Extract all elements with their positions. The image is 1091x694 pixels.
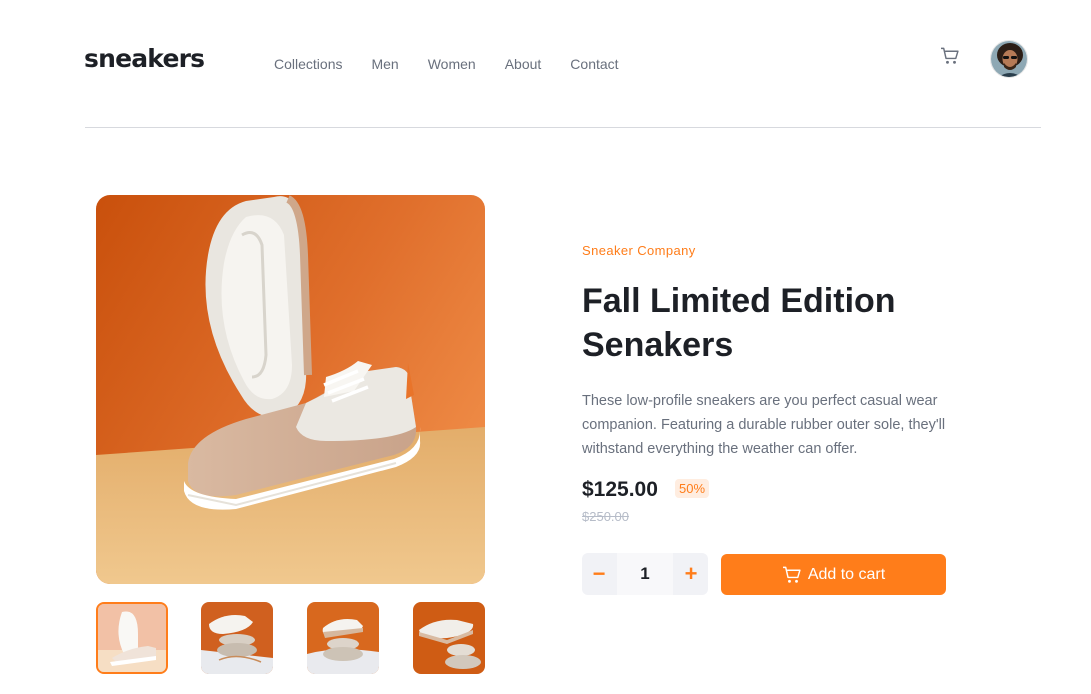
cart-icon[interactable] <box>940 47 960 65</box>
nav-collections[interactable]: Collections <box>274 56 342 72</box>
increase-quantity-button[interactable]: + <box>674 553 708 595</box>
product-description: These low-profile sneakers are you perfe… <box>582 393 946 457</box>
nav-women[interactable]: Women <box>428 56 476 72</box>
quantity-stepper: − 1 + <box>582 553 708 595</box>
add-to-cart-label: Add to cart <box>807 565 886 583</box>
thumbnail-1[interactable] <box>96 602 168 674</box>
cart-icon <box>782 566 802 584</box>
thumbnail-4[interactable] <box>413 602 485 674</box>
thumbnail-2[interactable] <box>201 602 273 674</box>
add-to-cart-button[interactable]: Add to cart <box>721 554 946 595</box>
company-name: Sneaker Company <box>582 243 696 258</box>
original-price: $250.00 <box>582 509 629 524</box>
main-nav: Collections Men Women About Contact <box>274 56 648 72</box>
nav-men[interactable]: Men <box>371 56 398 72</box>
decrease-quantity-button[interactable]: − <box>582 553 616 595</box>
logo[interactable]: sneakers <box>84 44 205 73</box>
thumbnail-3[interactable] <box>307 602 379 674</box>
quantity-value[interactable]: 1 <box>617 553 673 595</box>
user-avatar[interactable] <box>990 40 1028 78</box>
header-divider <box>85 127 1041 128</box>
nav-about[interactable]: About <box>505 56 542 72</box>
discount-badge: 50% <box>675 479 710 498</box>
nav-contact[interactable]: Contact <box>570 56 618 72</box>
main-product-image[interactable] <box>96 195 485 584</box>
product-title: Fall Limited Edition Senakers <box>582 282 896 364</box>
current-price: $125.00 <box>582 478 658 501</box>
